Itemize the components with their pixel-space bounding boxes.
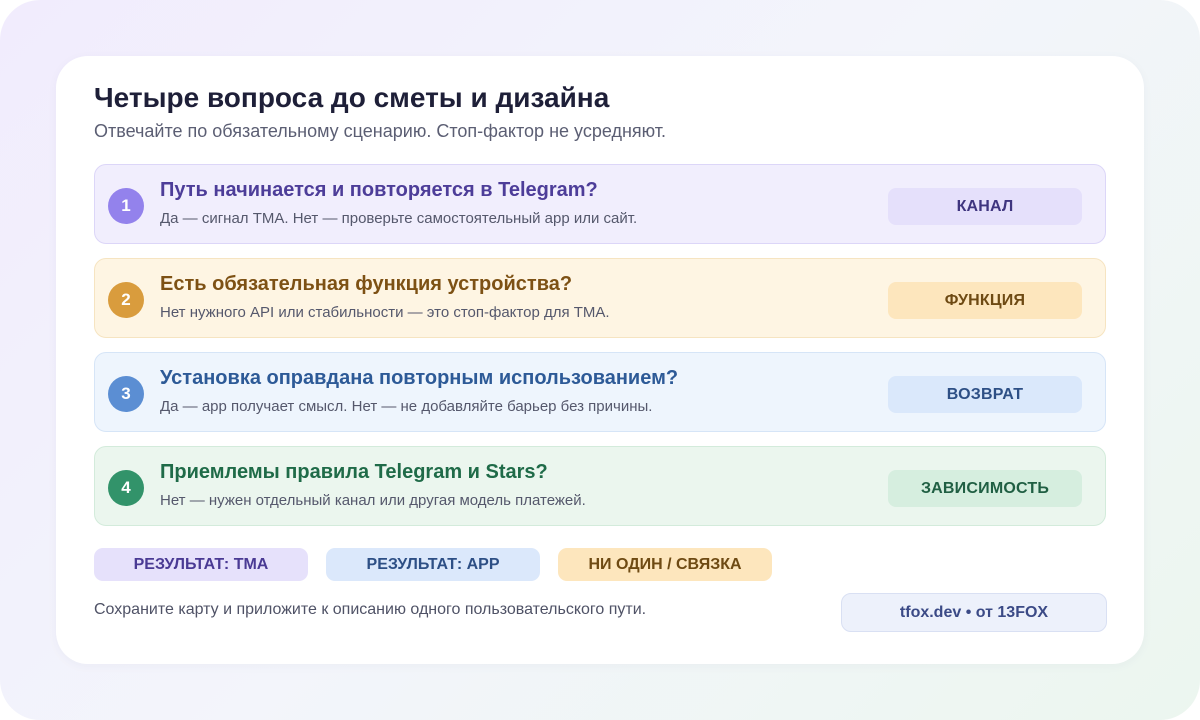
result-tma-pill: РЕЗУЛЬТАТ: TMA — [94, 548, 308, 581]
step-note: Нет нужного API или стабильности — это с… — [160, 304, 610, 321]
step-note: Да — сигнал TMA. Нет — проверьте самосто… — [160, 210, 638, 227]
step-question: Путь начинается и повторяется в Telegram… — [160, 179, 598, 201]
step-question: Установка оправдана повторным использова… — [160, 367, 679, 389]
credit-badge[interactable]: tfox.dev • от 13FOX — [841, 593, 1107, 632]
question-step-2: 2 Есть обязательная функция устройства? … — [94, 258, 1106, 338]
step-question: Приемлемы правила Telegram и Stars? — [160, 461, 548, 483]
step-number-badge: 3 — [108, 376, 144, 412]
page-title: Четыре вопроса до сметы и дизайна — [94, 82, 610, 113]
step-question: Есть обязательная функция устройства? — [160, 273, 573, 295]
page-subtitle: Отвечайте по обязательному сценарию. Сто… — [94, 121, 666, 141]
question-step-3: 3 Установка оправдана повторным использо… — [94, 352, 1106, 432]
question-step-4: 4 Приемлемы правила Telegram и Stars? Не… — [94, 446, 1106, 526]
step-tag: ФУНКЦИЯ — [888, 282, 1082, 319]
step-tag: ЗАВИСИМОСТЬ — [888, 470, 1082, 507]
decision-card: Четыре вопроса до сметы и дизайна Отвеча… — [56, 56, 1144, 664]
question-list: 1 Путь начинается и повторяется в Telegr… — [94, 164, 1106, 540]
result-app-pill: РЕЗУЛЬТАТ: APP — [326, 548, 540, 581]
step-note: Да — app получает смысл. Нет — не добавл… — [160, 398, 653, 415]
question-step-1: 1 Путь начинается и повторяется в Telegr… — [94, 164, 1106, 244]
footer-note: Сохраните карту и приложите к описанию о… — [94, 601, 647, 618]
step-tag: КАНАЛ — [888, 188, 1082, 225]
step-number-badge: 4 — [108, 470, 144, 506]
page-background: Четыре вопроса до сметы и дизайна Отвеча… — [0, 0, 1200, 720]
step-number-badge: 1 — [108, 188, 144, 224]
step-note: Нет — нужен отдельный канал или другая м… — [160, 492, 586, 509]
result-none-pill: НИ ОДИН / СВЯЗКА — [558, 548, 772, 581]
step-number-badge: 2 — [108, 282, 144, 318]
step-tag: ВОЗВРАТ — [888, 376, 1082, 413]
